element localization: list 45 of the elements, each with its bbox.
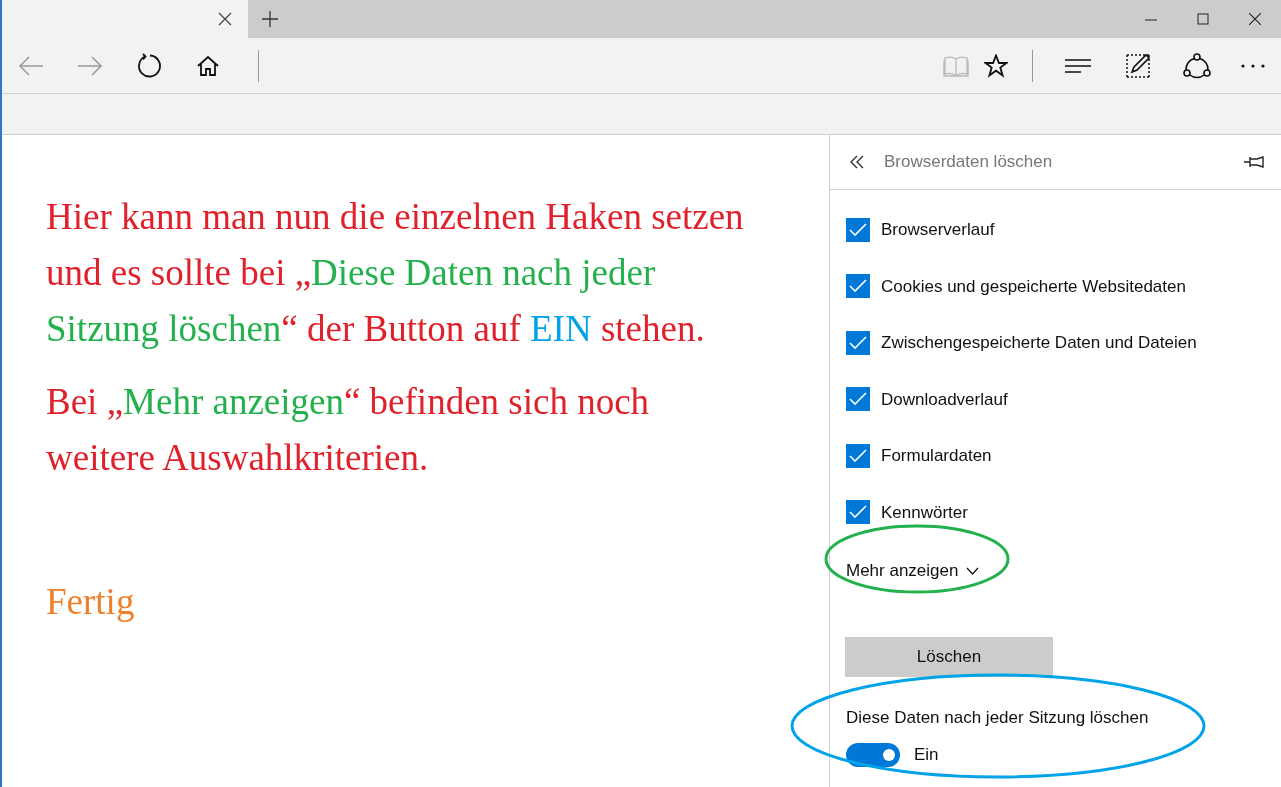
- checkbox[interactable]: [846, 387, 870, 412]
- annotation-paragraph: Hier kann man nun die einzelnen Haken setzen und es sollte bei „Diese Daten nach jeder Sitzung löschen“ der Button auf EIN stehen.: [46, 195, 745, 351]
- menu-lines-icon: [1065, 57, 1091, 74]
- panel-title: Browserdaten löschen: [884, 151, 1054, 174]
- checkbox-label: Kennwörter: [881, 501, 968, 524]
- toggle-state-text: Ein: [914, 744, 939, 766]
- check-icon: [849, 505, 867, 520]
- check-icon: [849, 448, 867, 463]
- checkbox[interactable]: [846, 330, 870, 355]
- star-icon: [984, 53, 1008, 78]
- book-icon: [943, 54, 969, 77]
- check-icon: [849, 279, 867, 294]
- back-arrow-icon: [18, 54, 44, 77]
- check-icon: [849, 392, 867, 407]
- done-text: Fertig: [46, 580, 135, 624]
- checkbox[interactable]: [846, 274, 870, 299]
- home-icon: [197, 55, 219, 76]
- checkbox-label: Downloadverlauf: [881, 388, 1008, 411]
- double-chevron-icon: [850, 155, 864, 169]
- checkbox-label: Zwischengespeicherte Daten und Dateien: [881, 332, 1197, 354]
- checkbox-label: Cookies und gespeicherte Websitedaten: [881, 275, 1186, 298]
- checkbox[interactable]: [846, 443, 870, 468]
- clear-button[interactable]: Löschen: [845, 636, 1053, 677]
- forward-arrow-icon: [77, 54, 103, 77]
- share-icon: [1183, 52, 1211, 79]
- collapse-button[interactable]: [850, 155, 864, 169]
- annotation-paragraph: Bei „Mehr anzeigen“ befinden sich noch weitere Auswahlkriterien.: [46, 380, 651, 480]
- close-icon: [218, 12, 232, 26]
- chevron-down-icon: [966, 566, 980, 575]
- checkbox-label: Formulardaten: [881, 445, 992, 467]
- checkbox[interactable]: [846, 217, 870, 242]
- more-dots-icon: [1241, 63, 1265, 68]
- auto-clear-label: Diese Daten nach jeder Sitzung löschen: [846, 706, 1150, 729]
- checkbox-label: Browserverlauf: [881, 219, 995, 241]
- plus-icon: [262, 11, 278, 27]
- check-icon: [849, 222, 867, 237]
- check-icon: [849, 335, 867, 350]
- toggle-switch[interactable]: [846, 742, 900, 767]
- close-icon: [1249, 13, 1261, 25]
- checkbox[interactable]: [846, 500, 870, 525]
- pen-frame-icon: [1125, 52, 1151, 79]
- maximize-icon: [1197, 13, 1209, 25]
- pin-icon: [1243, 155, 1265, 169]
- refresh-icon: [137, 52, 163, 79]
- pin-button[interactable]: [1243, 155, 1265, 169]
